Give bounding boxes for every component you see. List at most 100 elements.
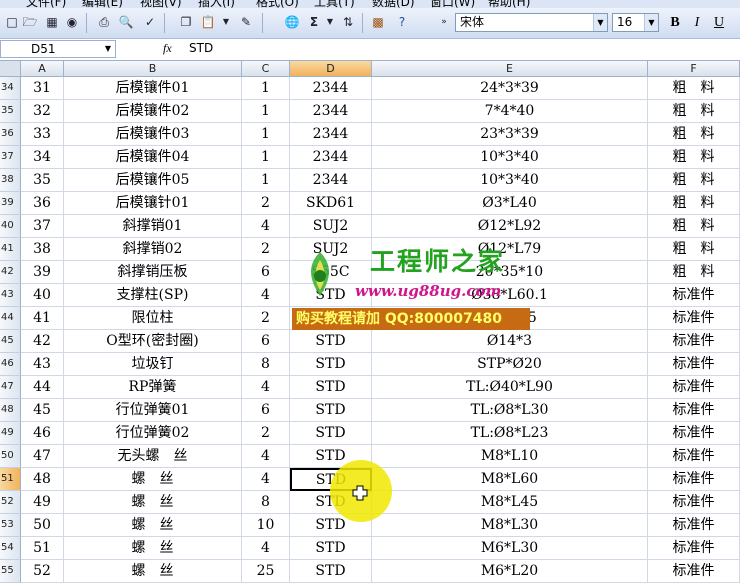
table-cell[interactable]: M8*L10 [372, 445, 648, 468]
chevron-down-icon[interactable]: ▼ [105, 41, 111, 57]
help-icon[interactable]: ? [394, 14, 410, 30]
table-cell[interactable]: 垃圾钉 [64, 353, 242, 376]
table-cell[interactable]: 2344 [290, 100, 372, 123]
table-cell[interactable]: 1 [242, 146, 290, 169]
table-cell[interactable]: 斜撑销压板 [64, 261, 242, 284]
menu-item[interactable]: 插入(I) [198, 0, 235, 8]
table-cell[interactable]: 后模镶件03 [64, 123, 242, 146]
table-cell[interactable]: 41 [21, 307, 64, 330]
table-cell[interactable]: 斜撑销01 [64, 215, 242, 238]
sort-ascending-icon[interactable]: ⇅ [340, 14, 356, 30]
table-cell[interactable]: 标准件 [648, 468, 740, 491]
table-cell[interactable]: 10 [242, 514, 290, 537]
row-header[interactable]: 53 [0, 514, 21, 537]
row-header[interactable]: 47 [0, 376, 21, 399]
table-cell[interactable]: 36 [21, 192, 64, 215]
table-cell[interactable]: 34 [21, 146, 64, 169]
table-cell[interactable]: M8*L30 [372, 514, 648, 537]
column-header-f[interactable]: F [648, 61, 740, 77]
open-folder-icon[interactable]: 🗁 [22, 14, 38, 30]
print-icon[interactable]: ⎙ [96, 14, 112, 30]
row-header[interactable]: 38 [0, 169, 21, 192]
table-cell[interactable]: M8*L45 [372, 491, 648, 514]
table-cell[interactable]: 40 [21, 284, 64, 307]
column-header-d[interactable]: D [290, 61, 372, 77]
table-cell[interactable]: 标准件 [648, 560, 740, 583]
table-cell[interactable]: 标准件 [648, 284, 740, 307]
save-icon[interactable]: ▦ [44, 14, 60, 30]
table-cell[interactable]: 标准件 [648, 353, 740, 376]
table-cell[interactable]: STD [290, 422, 372, 445]
table-cell[interactable]: 10*3*40 [372, 146, 648, 169]
menu-item[interactable]: 文件(F) [26, 0, 66, 8]
table-cell[interactable]: 4 [242, 284, 290, 307]
table-cell[interactable]: 粗 料 [648, 192, 740, 215]
format-painter-icon[interactable]: ✎ [238, 14, 254, 30]
name-box[interactable]: D51 ▼ [0, 40, 116, 58]
table-cell[interactable]: 37 [21, 215, 64, 238]
table-cell[interactable]: 螺 丝 [64, 537, 242, 560]
table-cell[interactable]: 螺 丝 [64, 514, 242, 537]
table-cell[interactable]: 螺 丝 [64, 491, 242, 514]
table-cell[interactable]: 限位柱 [64, 307, 242, 330]
select-all-corner[interactable] [0, 61, 21, 77]
table-cell[interactable]: 粗 料 [648, 261, 740, 284]
paste-dropdown-icon[interactable]: ▼ [218, 14, 234, 30]
fx-icon[interactable]: fx [163, 41, 172, 56]
table-cell[interactable]: 10*3*40 [372, 169, 648, 192]
row-header[interactable]: 55 [0, 560, 21, 583]
table-cell[interactable]: 7*4*40 [372, 100, 648, 123]
table-cell[interactable]: 无头螺 丝 [64, 445, 242, 468]
table-cell[interactable]: 后模镶件04 [64, 146, 242, 169]
table-cell[interactable]: 42 [21, 330, 64, 353]
table-cell[interactable]: STD [290, 537, 372, 560]
table-cell[interactable]: 2344 [290, 77, 372, 100]
italic-button[interactable]: I [688, 14, 706, 31]
table-cell[interactable]: 支撑柱(SP) [64, 284, 242, 307]
table-cell[interactable]: STD [290, 376, 372, 399]
table-cell[interactable]: RP弹簧 [64, 376, 242, 399]
table-cell[interactable]: 后模镶件02 [64, 100, 242, 123]
table-cell[interactable]: 后模镶针01 [64, 192, 242, 215]
column-header-e[interactable]: E [372, 61, 648, 77]
table-cell[interactable]: STP*Ø20 [372, 353, 648, 376]
new-file-icon[interactable]: □ [4, 14, 20, 30]
table-cell[interactable]: 螺 丝 [64, 468, 242, 491]
table-cell[interactable]: STD [290, 353, 372, 376]
formula-input[interactable]: STD [189, 41, 213, 55]
table-cell[interactable]: 粗 料 [648, 169, 740, 192]
menu-item[interactable]: 视图(V) [140, 0, 182, 8]
autosum-icon[interactable]: Σ [306, 14, 322, 30]
row-header[interactable]: 34 [0, 77, 21, 100]
table-cell[interactable]: 2344 [290, 123, 372, 146]
menu-item[interactable]: 数据(D) [372, 0, 415, 8]
row-header[interactable]: 41 [0, 238, 21, 261]
table-cell[interactable]: 1 [242, 169, 290, 192]
toolbar-options-icon[interactable]: » [436, 14, 452, 30]
table-cell[interactable]: SKD61 [290, 192, 372, 215]
table-cell[interactable]: 粗 料 [648, 238, 740, 261]
table-cell[interactable]: 44 [21, 376, 64, 399]
table-cell[interactable]: 标准件 [648, 422, 740, 445]
paste-icon[interactable]: 📋 [200, 14, 216, 30]
table-cell[interactable]: TL:Ø40*L90 [372, 376, 648, 399]
table-cell[interactable]: STD [290, 560, 372, 583]
row-header[interactable]: 51 [0, 468, 21, 491]
table-cell[interactable]: 25 [242, 560, 290, 583]
table-cell[interactable]: 35 [21, 169, 64, 192]
table-cell[interactable]: 行位弹簧01 [64, 399, 242, 422]
table-cell[interactable]: 50 [21, 514, 64, 537]
table-cell[interactable]: 2 [242, 422, 290, 445]
table-cell[interactable]: O型环(密封圈) [64, 330, 242, 353]
menu-item[interactable]: 帮助(H) [488, 0, 530, 8]
table-cell[interactable]: 标准件 [648, 491, 740, 514]
permission-icon[interactable]: ◉ [64, 14, 80, 30]
table-cell[interactable]: 4 [242, 215, 290, 238]
table-cell[interactable]: 52 [21, 560, 64, 583]
table-cell[interactable]: 39 [21, 261, 64, 284]
print-preview-icon[interactable]: 🔍 [118, 14, 134, 30]
table-cell[interactable]: 标准件 [648, 399, 740, 422]
table-cell[interactable]: 1 [242, 100, 290, 123]
table-cell[interactable]: 23*3*39 [372, 123, 648, 146]
table-cell[interactable]: 8 [242, 491, 290, 514]
